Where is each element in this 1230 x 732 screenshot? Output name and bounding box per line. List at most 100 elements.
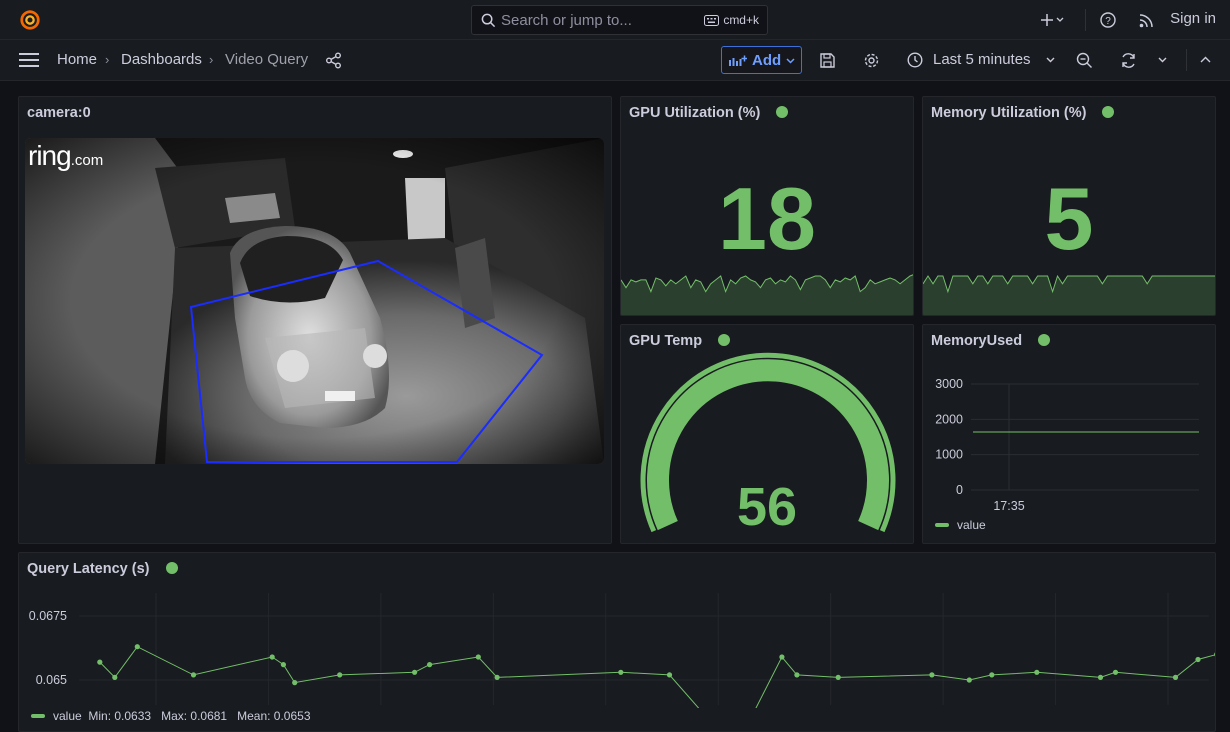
breadcrumb-chevron-icon: › — [209, 52, 214, 67]
legend-label: value — [53, 709, 82, 723]
y-tick-label: 1000 — [935, 448, 963, 462]
add-panel-icon — [729, 55, 747, 66]
sparkline-chart — [923, 274, 1215, 315]
panel-title: Memory Utilization (%) — [931, 105, 1115, 121]
data-point — [1172, 674, 1179, 680]
chevron-down-icon — [786, 58, 795, 64]
panel-title: camera:0 — [27, 105, 91, 121]
camera-panel[interactable]: camera:0 ring.com — [18, 96, 612, 544]
legend-swatch — [31, 714, 45, 718]
chevron-down-icon[interactable] — [1046, 57, 1055, 63]
legend-label: value — [957, 518, 986, 532]
y-tick-label: 3000 — [935, 377, 963, 391]
data-point — [666, 672, 673, 678]
panel-title-text: Query Latency (s) — [27, 561, 150, 577]
data-point — [412, 669, 418, 675]
search-icon — [481, 13, 496, 28]
breadcrumb-current: Video Query — [225, 51, 309, 68]
data-point — [794, 672, 800, 678]
panel-title: Query Latency (s) — [27, 561, 178, 577]
data-point — [1097, 674, 1104, 680]
data-point — [494, 674, 500, 680]
data-point — [112, 674, 118, 680]
watermark-brand: ring — [28, 140, 72, 171]
y-tick-label: 0 — [956, 483, 963, 497]
status-dot — [165, 562, 178, 574]
data-point — [835, 674, 841, 680]
series-line — [99, 646, 1215, 708]
panel-title: MemoryUsed — [931, 333, 1051, 349]
breadcrumb-home[interactable]: Home — [57, 51, 97, 68]
data-point — [1195, 656, 1201, 663]
chevron-up-icon[interactable] — [1200, 56, 1211, 63]
keyboard-icon — [704, 14, 720, 26]
status-dot — [776, 106, 789, 118]
data-point — [966, 677, 972, 683]
timeseries-chart: 17:34:3017:35:0017:35:3017:36:0017:36:30… — [29, 593, 1215, 708]
plus-icon[interactable] — [1040, 13, 1064, 27]
y-tick-label: 2000 — [935, 412, 963, 426]
timeseries-chart: 0 1000 2000 3000 17:35 — [935, 377, 1199, 513]
data-point — [1034, 669, 1040, 675]
data-point — [1214, 652, 1215, 657]
add-button[interactable]: Add — [721, 46, 802, 74]
data-point — [1112, 669, 1119, 675]
data-point — [292, 680, 298, 686]
search-shortcut-label: cmd+k — [723, 13, 759, 27]
sign-in-link[interactable]: Sign in — [1170, 10, 1216, 27]
panel-title: GPU Utilization (%) — [629, 105, 789, 121]
sparkline-area — [923, 276, 1215, 315]
camera-watermark: ring.com — [28, 140, 103, 172]
share-icon[interactable] — [325, 52, 342, 69]
breadcrumb-chevron-icon: › — [105, 52, 110, 67]
y-tick-label: 0.0675 — [29, 609, 67, 623]
clock-icon — [907, 52, 923, 68]
refresh-icon[interactable] — [1120, 52, 1137, 69]
time-range-picker[interactable]: Last 5 minutes — [933, 51, 1031, 68]
data-point — [337, 672, 343, 678]
status-dot — [1038, 334, 1051, 346]
grafana-logo-icon[interactable] — [19, 9, 41, 31]
data-point — [280, 662, 286, 668]
menu-icon[interactable] — [19, 53, 39, 67]
y-tick-label: 0.065 — [36, 673, 67, 687]
settings-gear-icon[interactable] — [863, 52, 880, 69]
camera-image — [25, 138, 604, 464]
help-icon[interactable]: ? — [1100, 12, 1116, 28]
divider — [1085, 9, 1086, 31]
data-point — [427, 662, 433, 668]
watermark-suffix: .com — [70, 152, 104, 169]
status-dot — [1102, 106, 1115, 118]
search-input[interactable]: Search or jump to... cmd+k — [471, 5, 768, 35]
memory-utilization-panel[interactable]: Memory Utilization (%) 5 — [922, 96, 1216, 316]
panel-title-text: MemoryUsed — [931, 333, 1023, 349]
data-point — [989, 672, 995, 678]
breadcrumb-dashboards[interactable]: Dashboards — [121, 51, 202, 68]
sparkline-chart — [621, 274, 913, 315]
data-point — [269, 654, 275, 660]
search-placeholder: Search or jump to... — [501, 12, 632, 29]
data-point — [475, 654, 481, 660]
svg-text:?: ? — [1105, 16, 1111, 27]
save-icon[interactable] — [820, 53, 835, 68]
gpu-utilization-panel[interactable]: GPU Utilization (%) 18 — [620, 96, 914, 316]
gpu-temp-panel[interactable]: GPU Temp 56 — [620, 324, 914, 544]
panel-title-text: Memory Utilization (%) — [931, 105, 1087, 121]
rss-icon[interactable] — [1139, 13, 1154, 28]
chart-legend[interactable]: value — [935, 518, 986, 532]
top-bar: Search or jump to... cmd+k ? Sign in — [0, 0, 1230, 40]
zoom-out-icon[interactable] — [1076, 52, 1093, 69]
data-point — [779, 654, 785, 660]
data-point — [618, 669, 624, 675]
data-point — [134, 644, 140, 650]
chart-legend[interactable]: value Min: 0.0633 Max: 0.0681 Mean: 0.06… — [31, 709, 311, 723]
memory-used-panel[interactable]: MemoryUsed 0 1000 2000 3000 17:35 value — [922, 324, 1216, 544]
legend-swatch — [935, 523, 949, 527]
query-latency-panel[interactable]: Query Latency (s) 17:34:3017:35:0017:35:… — [18, 552, 1216, 732]
chevron-down-icon[interactable] — [1158, 57, 1167, 63]
panel-title-text: GPU Utilization (%) — [629, 105, 761, 121]
add-button-label: Add — [752, 52, 782, 69]
dashboard-nav-bar: Home › Dashboards › Video Query Add Last… — [0, 40, 1230, 81]
data-point — [929, 672, 935, 678]
divider — [1186, 49, 1187, 71]
